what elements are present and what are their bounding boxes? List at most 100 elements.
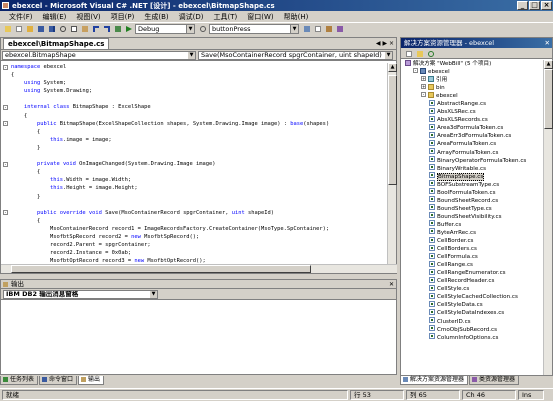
close-button[interactable]: × bbox=[541, 1, 552, 10]
tree-item[interactable]: + 引用 bbox=[401, 75, 544, 84]
tree-item[interactable]: Area3dFormulaToken.cs bbox=[401, 123, 544, 132]
save-all-icon[interactable] bbox=[47, 24, 56, 33]
scroll-up-arrow-icon[interactable]: ▲ bbox=[388, 63, 397, 72]
code-area[interactable]: namespace ebexcel { using System; using S… bbox=[1, 63, 388, 273]
tree-item[interactable]: CmoObjSubRecord.cs bbox=[401, 325, 544, 334]
code-line[interactable] bbox=[1, 152, 388, 160]
tree-item[interactable]: - ebexcel bbox=[401, 91, 544, 100]
collapse-icon[interactable]: - bbox=[413, 68, 418, 74]
redo-icon[interactable] bbox=[102, 24, 111, 33]
nav-back-icon[interactable] bbox=[113, 24, 122, 33]
cut-icon[interactable] bbox=[58, 24, 67, 33]
tree-item[interactable]: CellFormula.cs bbox=[401, 252, 544, 261]
menu-project[interactable]: 项目(P) bbox=[106, 12, 140, 22]
class-view-icon[interactable] bbox=[335, 24, 344, 33]
expand-icon[interactable]: + bbox=[421, 76, 426, 82]
tree-item[interactable]: ColumnInfoOptions.cs bbox=[401, 333, 544, 342]
scroll-thumb[interactable] bbox=[544, 69, 553, 129]
properties-icon[interactable] bbox=[404, 49, 413, 58]
tab-bitmapshape[interactable]: ebexcel\BitmapShape.cs bbox=[3, 38, 110, 49]
code-line[interactable]: record2.Instance = 0x0ab; bbox=[1, 249, 388, 257]
output-source-select[interactable]: IBM DB2 输出消息窗格 ▼ bbox=[3, 289, 158, 299]
tree-item[interactable]: CellStyle.cs bbox=[401, 284, 544, 293]
tab-class-view[interactable]: 类资源管理器 bbox=[469, 376, 520, 385]
scroll-thumb[interactable] bbox=[388, 75, 397, 185]
new-project-icon[interactable] bbox=[3, 24, 12, 33]
properties-icon[interactable] bbox=[313, 24, 322, 33]
tree-item[interactable]: ByteArrRec.cs bbox=[401, 228, 544, 237]
maximize-button[interactable]: □ bbox=[529, 1, 540, 10]
tree-item[interactable]: CellRecordHeader.cs bbox=[401, 276, 544, 285]
tree-item[interactable]: BoundSheetType.cs bbox=[401, 204, 544, 213]
tree-item[interactable]: Buffer.cs bbox=[401, 220, 544, 229]
collapse-toggle-icon[interactable]: - bbox=[3, 64, 8, 70]
tab-nav-arrows[interactable]: ◀ ▶ × bbox=[376, 40, 394, 47]
menu-help[interactable]: 帮助(H) bbox=[279, 12, 314, 22]
code-line[interactable]: { bbox=[1, 168, 388, 176]
code-line[interactable]: record2.Parent = spgrContainer; bbox=[1, 241, 388, 249]
tab-task-list[interactable]: 任务列表 bbox=[0, 376, 39, 385]
solution-tree[interactable]: 解决方案 "WebBill" (5 个项目) - ebexcel + 引用 + bin - eb… bbox=[401, 60, 544, 375]
pin-close-icon[interactable]: ✕ bbox=[389, 280, 394, 289]
start-debug-icon[interactable] bbox=[124, 24, 133, 33]
collapse-toggle-icon[interactable]: - bbox=[3, 105, 8, 110]
minimize-button[interactable]: _ bbox=[517, 1, 528, 10]
collapse-toggle-icon[interactable]: - bbox=[3, 161, 8, 167]
tree-item[interactable]: BoundSheetVisibility.cs bbox=[401, 212, 544, 221]
open-icon[interactable] bbox=[25, 24, 34, 33]
code-line[interactable]: { bbox=[1, 217, 388, 225]
tree-item[interactable]: CellStyleDataIndexes.cs bbox=[401, 308, 544, 317]
code-line[interactable]: this.Height = image.Height; bbox=[1, 184, 388, 192]
code-line[interactable]: MsofbtSpRecord record2 = new MsofbtSpRec… bbox=[1, 233, 388, 241]
code-line[interactable]: MsoContainerRecord record1 = ImageRecord… bbox=[1, 225, 388, 233]
save-icon[interactable] bbox=[36, 24, 45, 33]
code-line[interactable]: public BitmapShape(ExcelShapeCollection … bbox=[1, 120, 388, 128]
toolbox-icon[interactable] bbox=[324, 24, 333, 33]
tree-item[interactable]: CellBorders.cs bbox=[401, 244, 544, 253]
scroll-thumb[interactable] bbox=[11, 265, 311, 273]
code-line[interactable] bbox=[1, 201, 388, 209]
find-select[interactable]: buttonPress ▼ bbox=[209, 23, 299, 34]
undo-icon[interactable] bbox=[91, 24, 100, 33]
copy-icon[interactable] bbox=[69, 24, 78, 33]
menu-build[interactable]: 生成(B) bbox=[139, 12, 173, 22]
code-line[interactable] bbox=[1, 95, 388, 103]
collapse-toggle-icon[interactable]: - bbox=[3, 121, 8, 127]
tab-solution-explorer[interactable]: 解决方案资源管理器 bbox=[400, 376, 469, 385]
code-line[interactable]: this.Width = image.Width; bbox=[1, 176, 388, 184]
show-all-files-icon[interactable] bbox=[415, 49, 424, 58]
menu-file[interactable]: 文件(F) bbox=[4, 12, 38, 22]
tree-item[interactable]: AbsXLSRecords.cs bbox=[401, 115, 544, 124]
code-line[interactable]: } bbox=[1, 144, 388, 152]
member-select[interactable]: Save(MsoContainerRecord spgrContainer, u… bbox=[198, 50, 393, 60]
paste-icon[interactable] bbox=[80, 24, 89, 33]
scroll-up-arrow-icon[interactable]: ▲ bbox=[544, 60, 553, 69]
collapse-toggle-icon[interactable]: - bbox=[3, 210, 8, 216]
code-line[interactable]: { bbox=[1, 112, 388, 120]
tree-item[interactable]: CellBorder.cs bbox=[401, 236, 544, 245]
tree-item[interactable]: - ebexcel bbox=[401, 67, 544, 76]
code-line[interactable]: } bbox=[1, 193, 388, 201]
code-line[interactable]: this.image = image; bbox=[1, 136, 388, 144]
tree-item[interactable]: CellRange.cs bbox=[401, 260, 544, 269]
solution-config-select[interactable]: Debug ▼ bbox=[135, 23, 195, 34]
tree-item[interactable]: CellStyleData.cs bbox=[401, 300, 544, 309]
code-line[interactable]: using System; bbox=[1, 79, 388, 87]
tree-item[interactable]: BinaryOperatorFormulaToken.cs bbox=[401, 156, 544, 165]
solution-vertical-scrollbar[interactable]: ▲ bbox=[543, 60, 553, 375]
menu-tools[interactable]: 工具(T) bbox=[208, 12, 242, 22]
code-line[interactable]: { bbox=[1, 128, 388, 136]
tree-item[interactable]: ClusterID.cs bbox=[401, 317, 544, 326]
code-line[interactable]: public override void Save(MsoContainerRe… bbox=[1, 209, 388, 217]
code-line[interactable]: namespace ebexcel bbox=[1, 63, 388, 71]
tab-output[interactable]: 输出 bbox=[78, 376, 105, 385]
menu-window[interactable]: 窗口(W) bbox=[242, 12, 278, 22]
tree-item[interactable]: AreaFormulaToken.cs bbox=[401, 139, 544, 148]
code-line[interactable]: private void OnImageChanged(System.Drawi… bbox=[1, 160, 388, 168]
code-line[interactable]: using System.Drawing; bbox=[1, 87, 388, 95]
tree-item[interactable]: BitmapShape.cs bbox=[401, 172, 544, 181]
collapse-icon[interactable]: - bbox=[421, 92, 426, 98]
tree-item[interactable]: CellRangeEnumerator.cs bbox=[401, 268, 544, 277]
class-select[interactable]: ebexcel.BitmapShape ▼ bbox=[2, 50, 196, 60]
editor-vertical-scrollbar[interactable]: ▲ bbox=[387, 63, 397, 264]
